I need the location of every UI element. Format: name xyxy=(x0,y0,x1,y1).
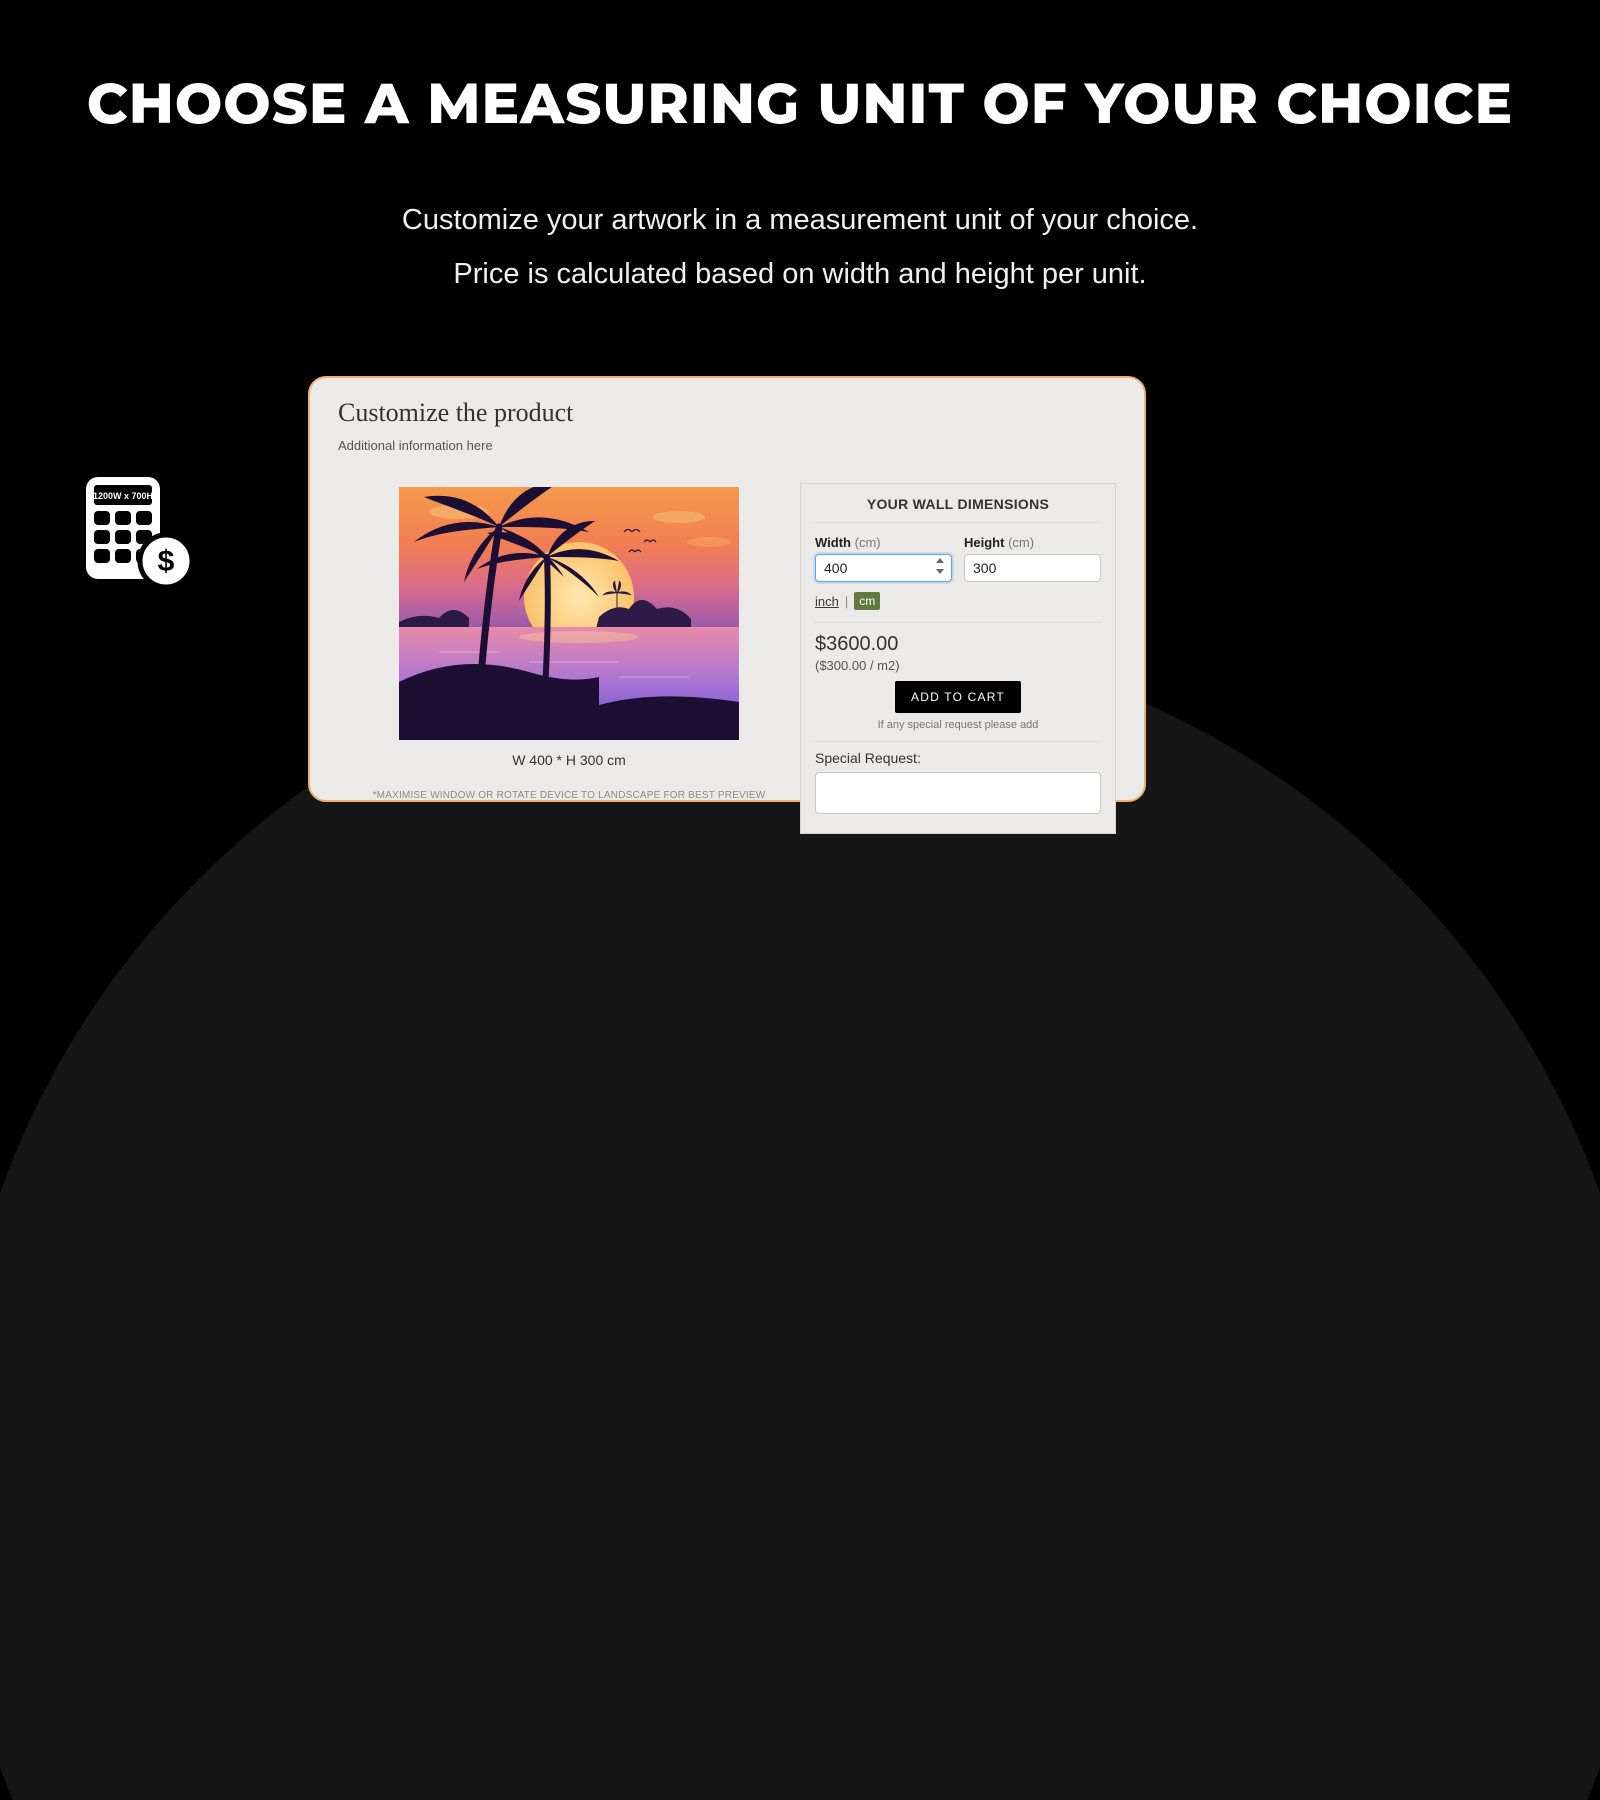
special-request-textarea[interactable] xyxy=(815,772,1101,814)
card-title: Customize the product xyxy=(338,398,1116,428)
card-subtitle: Additional information here xyxy=(338,438,1116,453)
artwork-preview xyxy=(399,487,739,740)
calculator-dollar-icon: 1200W x 700H $ xyxy=(82,475,197,590)
dimensions-panel: YOUR WALL DIMENSIONS Width (cm) Hei xyxy=(800,483,1116,834)
special-request-label: Special Request: xyxy=(815,750,1101,766)
preview-dimensions: W 400 * H 300 cm xyxy=(338,752,800,768)
width-label: Width (cm) xyxy=(815,535,952,550)
unit-separator: | xyxy=(845,594,848,609)
price-per-unit: ($300.00 / m2) xyxy=(815,658,1101,673)
height-label: Height (cm) xyxy=(964,535,1101,550)
add-to-cart-button[interactable]: ADD TO CART xyxy=(895,681,1021,713)
price-total: $3600.00 xyxy=(815,633,1101,656)
unit-cm-pill[interactable]: cm xyxy=(854,592,880,610)
page-subtitle: Customize your artwork in a measurement … xyxy=(0,194,1600,301)
cta-note: If any special request please add xyxy=(815,719,1101,731)
subtitle-line-2: Price is calculated based on width and h… xyxy=(0,248,1600,302)
panel-title: YOUR WALL DIMENSIONS xyxy=(815,496,1101,522)
preview-hint: *MAXIMISE WINDOW OR ROTATE DEVICE TO LAN… xyxy=(338,790,800,801)
unit-inch-link[interactable]: inch xyxy=(815,594,839,609)
width-stepper[interactable] xyxy=(936,558,946,574)
width-input[interactable] xyxy=(815,554,952,582)
subtitle-line-1: Customize your artwork in a measurement … xyxy=(0,194,1600,248)
svg-text:1200W x 700H: 1200W x 700H xyxy=(93,491,153,501)
svg-text:$: $ xyxy=(158,545,175,578)
page-title: CHOOSE A MEASURING UNIT OF YOUR CHOICE xyxy=(0,70,1600,138)
height-input[interactable] xyxy=(964,554,1101,582)
product-customizer-card: Customize the product Additional informa… xyxy=(308,376,1146,802)
